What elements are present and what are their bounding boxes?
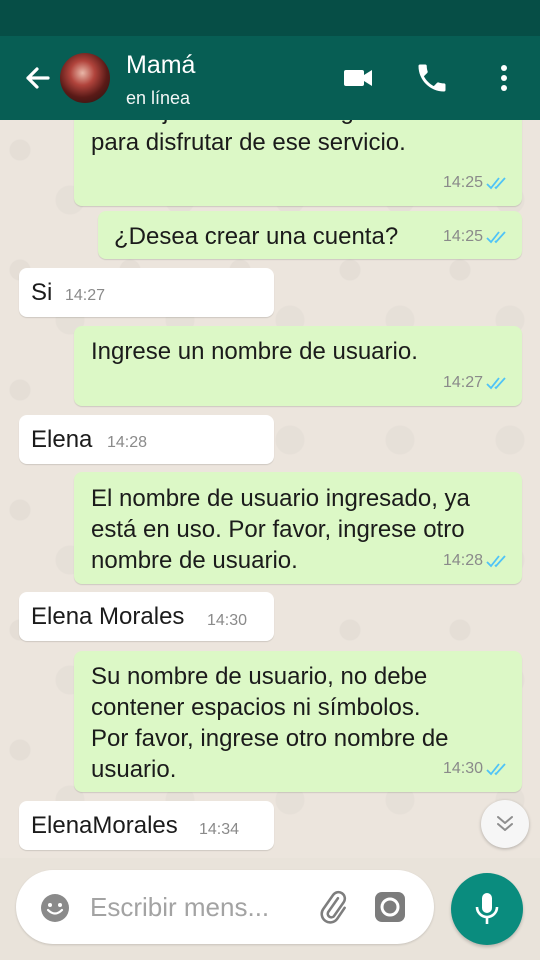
phone-icon	[418, 64, 446, 92]
read-ticks-icon	[486, 554, 506, 567]
composer-bar	[0, 858, 540, 960]
message-list[interactable]: mensaje. Debe estar registrado para disf…	[0, 120, 540, 858]
mic-icon	[475, 893, 499, 924]
message-bubble-outgoing[interactable]: El nombre de usuario ingresado, ya está …	[74, 472, 522, 584]
message-bubble-outgoing[interactable]: ¿Desea crear una cuenta? 14:25	[98, 211, 522, 259]
contact-status: en línea	[126, 88, 191, 108]
read-ticks-icon	[486, 762, 506, 775]
video-call-button[interactable]	[340, 60, 376, 96]
message-meta: 14:27	[65, 280, 105, 311]
read-ticks-icon	[486, 176, 506, 189]
voice-message-button[interactable]	[451, 873, 523, 945]
read-ticks-icon	[486, 230, 506, 243]
video-call-icon	[344, 70, 372, 86]
status-bar	[0, 0, 540, 36]
message-text: Elena Morales	[31, 603, 185, 630]
emoji-icon	[41, 894, 69, 922]
message-time: 14:34	[199, 821, 240, 838]
message-bubble-incoming[interactable]: Elena Morales 14:30	[19, 592, 274, 641]
emoji-button[interactable]	[38, 891, 72, 925]
message-meta: 14:30	[443, 753, 510, 784]
message-bubble-outgoing[interactable]: Su nombre de usuario, no debe contener e…	[74, 651, 522, 792]
message-meta: 14:34	[199, 814, 239, 845]
message-meta: 14:30	[207, 605, 247, 636]
message-input-container[interactable]	[16, 870, 434, 944]
message-meta: 14:27	[443, 367, 510, 398]
scroll-to-bottom-button[interactable]	[481, 800, 529, 848]
message-meta: 14:28	[107, 427, 147, 458]
message-text: ElenaMorales	[31, 812, 178, 839]
message-text: Si	[31, 279, 53, 306]
back-button[interactable]	[18, 58, 58, 98]
message-time: 14:30	[207, 612, 248, 629]
message-bubble-incoming[interactable]: Elena 14:28	[19, 415, 274, 464]
message-bubble-incoming[interactable]: Si 14:27	[19, 268, 274, 317]
message-input[interactable]	[90, 889, 320, 925]
message-time: 14:27	[65, 287, 106, 304]
double-chevron-down-icon	[497, 816, 513, 831]
message-text: mensaje. Debe estar registrado para disf…	[91, 120, 426, 156]
more-vert-icon	[501, 65, 507, 91]
message-time: 14:25	[442, 174, 483, 191]
chat-header: Mamá en línea	[0, 36, 540, 120]
message-time: 14:27	[442, 374, 483, 391]
more-options-button[interactable]	[486, 60, 522, 96]
message-bubble-outgoing[interactable]: mensaje. Debe estar registrado para disf…	[74, 120, 522, 206]
message-time: 14:30	[442, 760, 483, 777]
message-meta: 14:25	[443, 167, 510, 198]
voice-call-button[interactable]	[414, 60, 450, 96]
camera-button[interactable]	[372, 889, 408, 925]
message-bubble-incoming[interactable]: ElenaMorales 14:34	[19, 801, 274, 850]
message-text: ¿Desea crear una cuenta?	[114, 223, 399, 250]
message-time: 14:28	[442, 552, 483, 569]
contact-name[interactable]: Mamá	[126, 51, 195, 80]
attach-button[interactable]	[316, 890, 350, 924]
message-text: Ingrese un nombre de usuario.	[91, 338, 418, 365]
avatar[interactable]	[60, 53, 110, 103]
back-arrow-icon	[26, 67, 50, 89]
message-time: 14:28	[107, 434, 148, 451]
message-time: 14:25	[442, 228, 483, 245]
read-ticks-icon	[486, 376, 506, 389]
message-bubble-outgoing[interactable]: Ingrese un nombre de usuario. 14:27	[74, 326, 522, 406]
message-text: Elena	[31, 426, 93, 453]
message-meta: 14:28	[443, 545, 510, 576]
attach-icon	[320, 890, 347, 924]
message-meta: 14:25	[443, 221, 510, 252]
message-text: El nombre de usuario ingresado, ya está …	[91, 485, 470, 574]
camera-icon	[375, 892, 405, 922]
message-text: Su nombre de usuario, no debe contener e…	[91, 663, 449, 783]
